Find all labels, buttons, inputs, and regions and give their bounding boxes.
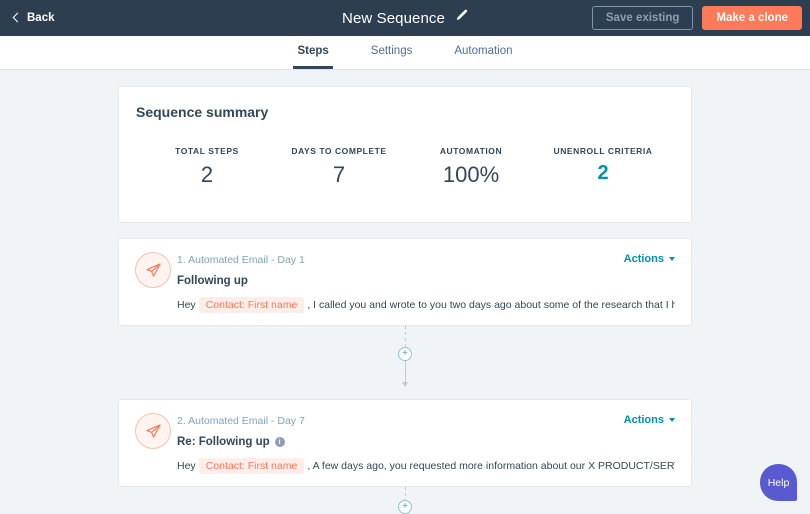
sequence-step-card[interactable]: 1. Automated Email - Day 1 Following up … <box>118 238 692 326</box>
preview-text-before: Hey <box>177 299 196 311</box>
page-title: New Sequence <box>342 9 445 27</box>
sequence-step-card[interactable]: 2. Automated Email - Day 7 Re: Following… <box>118 399 692 487</box>
stat-automation: AUTOMATION 100% <box>405 146 537 188</box>
top-bar: Back New Sequence Save existing Make a c… <box>0 0 810 36</box>
chevron-down-icon <box>669 418 675 422</box>
step-actions-dropdown[interactable]: Actions <box>624 414 675 426</box>
add-step-button[interactable]: + <box>398 347 412 361</box>
step-connector: + <box>398 487 412 514</box>
step-subject: Following up <box>177 275 675 287</box>
step-subject: Re: Following up i <box>177 436 675 448</box>
help-button[interactable]: Help <box>760 464 797 501</box>
info-icon[interactable]: i <box>274 437 285 447</box>
stat-unenroll-criteria: UNENROLL CRITERIA 2 <box>537 146 669 188</box>
stat-value: 2 <box>200 162 214 187</box>
personalization-token[interactable]: Contact: First name <box>198 297 305 313</box>
step-actions-dropdown[interactable]: Actions <box>624 253 675 265</box>
tab-bar: Steps Settings Automation <box>0 36 810 70</box>
pencil-icon[interactable] <box>455 9 468 27</box>
tab-settings[interactable]: Settings <box>367 36 417 69</box>
stat-label: TOTAL STEPS <box>175 146 239 156</box>
stat-days-to-complete: DAYS TO COMPLETE 7 <box>273 146 405 188</box>
personalization-token[interactable]: Contact: First name <box>198 458 305 474</box>
chevron-left-icon <box>12 12 23 23</box>
step-body: 2. Automated Email - Day 7 Re: Following… <box>119 400 691 474</box>
stat-value: 7 <box>332 162 346 187</box>
sequence-summary-card: Sequence summary TOTAL STEPS 2 DAYS TO C… <box>118 86 692 223</box>
step-eyebrow: 1. Automated Email - Day 1 <box>177 254 305 266</box>
step-actions-label: Actions <box>623 253 664 265</box>
connector-dashed-line <box>404 487 406 500</box>
save-existing-button[interactable]: Save existing <box>591 6 694 30</box>
step-preview: Hey Contact: First name , I called you a… <box>177 297 675 313</box>
step-actions-label: Actions <box>623 414 664 426</box>
step-connector: + <box>398 326 412 388</box>
back-button[interactable]: Back <box>12 12 55 24</box>
step-body: 1. Automated Email - Day 1 Following up … <box>119 239 691 313</box>
preview-text-after: , I called you and wrote to you two days… <box>307 299 675 311</box>
paper-plane-icon <box>135 252 171 288</box>
paper-plane-icon <box>135 413 171 449</box>
connector-dashed-line <box>404 326 406 347</box>
arrow-down-icon <box>402 382 408 387</box>
chevron-down-icon <box>669 257 675 261</box>
stat-value[interactable]: 2 <box>537 162 669 185</box>
make-a-clone-button[interactable]: Make a clone <box>702 6 802 30</box>
summary-title: Sequence summary <box>136 104 269 120</box>
stat-label: DAYS TO COMPLETE <box>291 146 387 156</box>
step-eyebrow: 2. Automated Email - Day 7 <box>177 415 305 427</box>
connector-solid-line <box>404 361 406 382</box>
sequence-editor-canvas: Sequence summary TOTAL STEPS 2 DAYS TO C… <box>0 70 810 514</box>
summary-stats: TOTAL STEPS 2 DAYS TO COMPLETE 7 AUTOMAT… <box>119 120 691 188</box>
topbar-actions: Save existing Make a clone <box>591 6 802 30</box>
add-step-button[interactable]: + <box>398 500 412 514</box>
tab-steps[interactable]: Steps <box>293 36 333 69</box>
preview-text-before: Hey <box>177 460 196 472</box>
step-preview: Hey Contact: First name , A few days ago… <box>177 458 675 474</box>
stat-total-steps: TOTAL STEPS 2 <box>141 146 273 188</box>
preview-text-after: , A few days ago, you requested more inf… <box>307 460 675 472</box>
stat-value: 100% <box>442 162 500 187</box>
stat-label: UNENROLL CRITERIA <box>553 146 653 156</box>
tab-automation[interactable]: Automation <box>450 36 516 69</box>
step-subject-text: Re: Following up <box>177 436 270 448</box>
back-button-label: Back <box>27 12 55 24</box>
stat-label: AUTOMATION <box>439 146 503 156</box>
step-subject-text: Following up <box>177 275 248 287</box>
